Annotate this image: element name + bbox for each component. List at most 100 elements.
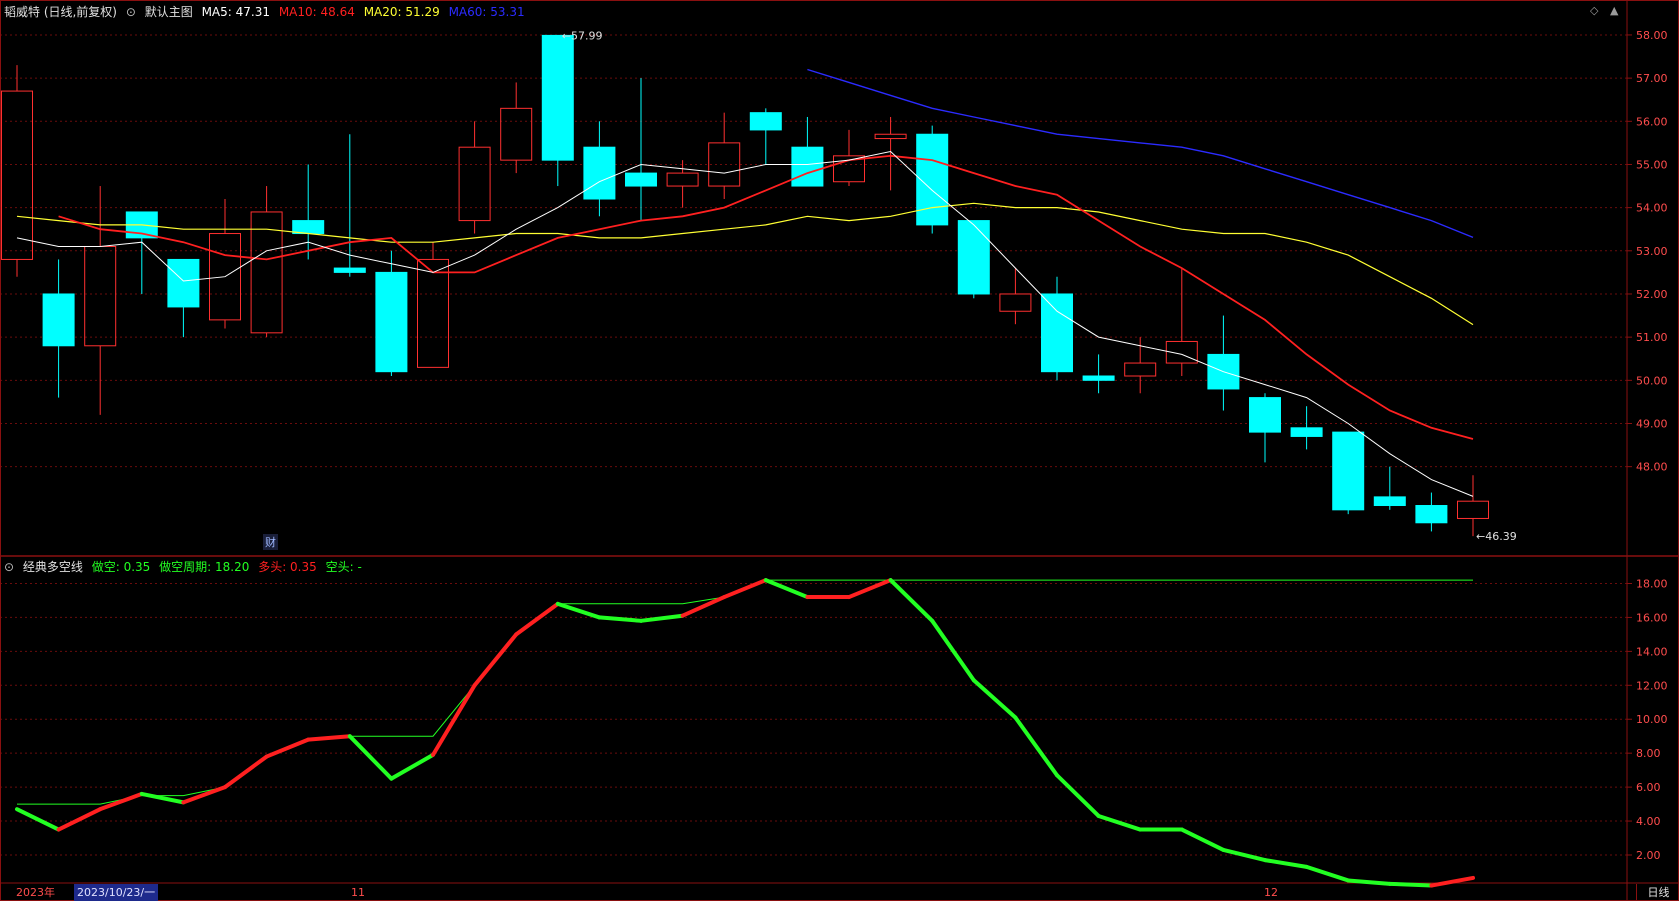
- indicator-grid: [0, 582, 1627, 856]
- indicator-lines: [15, 578, 1475, 888]
- main-header: 韬威特 (日线,前复权) ⊙ 默认主图 MA5: 47.31 MA10: 48.…: [4, 3, 530, 21]
- indicator-tick-label: 18.00: [1636, 577, 1668, 590]
- ma20-label: MA20: 51.29: [363, 5, 440, 19]
- candle-down: [583, 121, 616, 217]
- indicator-tick-label: 8.00: [1636, 747, 1661, 760]
- price-tick-label: 52.00: [1636, 288, 1668, 301]
- price-tick-label: 51.00: [1636, 331, 1668, 344]
- template-label[interactable]: 默认主图: [145, 5, 193, 19]
- indicator-segment: [98, 791, 144, 812]
- price-tick-label: 56.00: [1636, 115, 1668, 128]
- indicator-settings-icon[interactable]: ⊙: [4, 560, 14, 574]
- candle-down: [625, 78, 657, 221]
- candle-body: [1415, 505, 1448, 524]
- candle-down: [749, 108, 782, 165]
- candle-body: [1082, 375, 1115, 381]
- indicator-segment: [1429, 875, 1475, 888]
- candle-body: [458, 146, 491, 222]
- candle-body: [541, 34, 574, 161]
- timebar-month-11: 11: [351, 886, 365, 899]
- period-selector[interactable]: 日线: [1636, 884, 1679, 901]
- indicator-segment: [56, 807, 103, 832]
- indicator-segment: [1055, 773, 1101, 818]
- candle-body: [1124, 362, 1157, 377]
- candle-down: [1290, 406, 1323, 450]
- candle-body: [999, 293, 1032, 312]
- candle-up: [458, 121, 491, 234]
- indicator-segment: [1096, 813, 1143, 832]
- indicator-segment: [347, 734, 394, 781]
- indicator-segment: [514, 601, 560, 637]
- indicator-segment: [1221, 847, 1267, 863]
- candle-body: [666, 172, 699, 187]
- candle-up: [250, 186, 283, 338]
- diamond-icon[interactable]: ◇: [1590, 4, 1598, 17]
- finance-badge[interactable]: 财: [263, 534, 278, 550]
- candle-body: [874, 133, 907, 140]
- max-price-label: ←57.99: [562, 29, 603, 42]
- candle-down: [791, 116, 824, 187]
- timebar-month-12: 12: [1264, 886, 1278, 899]
- candle-down: [1332, 431, 1365, 515]
- template-icon[interactable]: ⊙: [126, 5, 136, 19]
- candle-up: [1, 65, 33, 277]
- indicator-bull-label: 做空: 0.35: [91, 560, 151, 574]
- indicator-segment: [1179, 827, 1226, 852]
- ma10-line: [58, 154, 1474, 440]
- candle-up: [500, 82, 533, 174]
- candle-body: [42, 293, 75, 347]
- indicator-header: ⊙ 经典多空线 做空: 0.35 做空周期: 18.20 多头: 0.35 空头…: [4, 558, 367, 576]
- indicator-segment: [223, 754, 269, 790]
- expand-icon[interactable]: ▲: [1610, 4, 1618, 17]
- indicator-segment: [597, 615, 643, 623]
- indicator-segment: [431, 683, 477, 757]
- indicator-tick-label: 4.00: [1636, 815, 1661, 828]
- indicator-tick-label: 14.00: [1636, 645, 1668, 658]
- candle-body: [500, 107, 533, 161]
- candle-body: [1332, 431, 1365, 511]
- candle-body: [957, 220, 990, 295]
- indicator-ref-line: [17, 579, 1473, 805]
- candle-body: [375, 271, 408, 373]
- price-tick-label: 53.00: [1636, 245, 1668, 258]
- indicator-segment: [639, 613, 685, 623]
- indicator-axis: 2.00 4.00 6.00 8.00 10.00 12.00 14.00 16.00 18.0…: [1627, 577, 1668, 862]
- candle-down: [375, 250, 408, 376]
- ma5-line: [16, 150, 1474, 497]
- indicator-segment: [930, 618, 976, 683]
- indicator-segment: [722, 578, 768, 600]
- candle-body: [333, 267, 366, 273]
- indicator-long-label: 多头: 0.35: [258, 560, 317, 574]
- ma20-line: [16, 202, 1474, 326]
- indicator-name[interactable]: 经典多空线: [23, 560, 83, 574]
- candle-down: [1041, 276, 1073, 381]
- ma5-label: MA5: 47.31: [201, 5, 270, 19]
- indicator-segment: [1013, 715, 1059, 778]
- candle-body: [292, 220, 325, 235]
- candle-body: [791, 146, 824, 187]
- candle-body: [1, 90, 33, 260]
- indicator-segment: [264, 737, 311, 759]
- candle-down: [1373, 466, 1406, 510]
- indicator-segment: [763, 578, 810, 600]
- main-grid: [0, 34, 1627, 468]
- price-tick-label: 54.00: [1636, 202, 1668, 215]
- price-tick-label: 58.00: [1636, 29, 1668, 42]
- candle-body: [1373, 496, 1406, 507]
- candle-body: [625, 172, 657, 187]
- indicator-segment: [389, 752, 435, 781]
- chart-canvas[interactable]: 48.00 49.00 50.00 51.00 52.00 53.00 54.00 55.00…: [0, 0, 1679, 901]
- indicator-segment: [306, 734, 352, 742]
- price-tick-label: 55.00: [1636, 158, 1668, 171]
- indicator-segment: [1387, 881, 1434, 888]
- stock-title[interactable]: 韬威特 (日线,前复权): [4, 5, 117, 19]
- candle-down: [1082, 354, 1115, 394]
- timebar-cursor-date: 2023/10/23/一: [74, 884, 159, 901]
- price-tick-label: 48.00: [1636, 461, 1668, 474]
- candle-body: [167, 258, 200, 308]
- candle-up: [708, 112, 741, 199]
- indicator-tick-label: 16.00: [1636, 611, 1668, 624]
- price-tick-label: 49.00: [1636, 417, 1668, 430]
- candle-up: [209, 199, 241, 329]
- candle-down: [1207, 315, 1240, 411]
